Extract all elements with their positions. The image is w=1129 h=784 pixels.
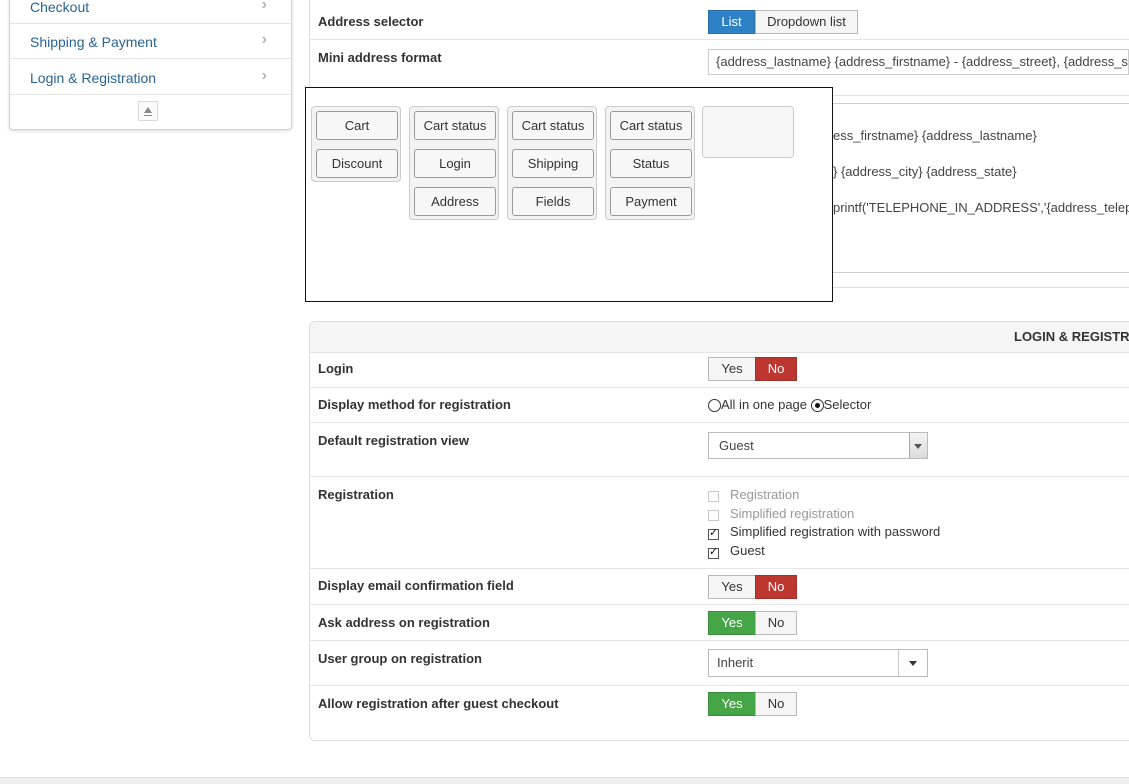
login-no-button[interactable]: No [755, 357, 797, 381]
sidebar-item-checkout[interactable]: Checkout › [10, 0, 291, 24]
user-group-select[interactable]: Inherit [708, 649, 928, 677]
layout-block-shipping[interactable]: Shipping [512, 149, 594, 178]
allow-registration-yes-button[interactable]: Yes [708, 692, 756, 716]
checkbox-guest[interactable] [708, 545, 719, 559]
mini-address-format-input[interactable]: {address_lastname} {address_firstname} -… [708, 49, 1129, 75]
select-value: Inherit [717, 655, 754, 670]
layout-column-3[interactable]: Cart status Shipping Fields [507, 106, 597, 220]
layout-block-cart[interactable]: Cart [316, 111, 398, 140]
layout-block-discount[interactable]: Discount [316, 149, 398, 178]
layout-block-cart-status[interactable]: Cart status [610, 111, 692, 140]
display-method-label: Display method for registration [318, 397, 511, 412]
chevron-right-icon: › [261, 67, 267, 84]
sidebar-item-label: Checkout [30, 0, 90, 15]
layout-column-2[interactable]: Cart status Login Address [409, 106, 499, 220]
layout-block-cart-status[interactable]: Cart status [414, 111, 496, 140]
radio-all-in-one-page[interactable] [708, 399, 721, 413]
ask-address-label: Ask address on registration [318, 615, 490, 630]
sidebar-menu: Checkout › Shipping & Payment › Login & … [9, 0, 292, 130]
radio-label: Selector [823, 397, 872, 412]
checkbox-label: Registration [730, 487, 800, 502]
layout-block-status[interactable]: Status [610, 149, 692, 178]
checkbox-registration[interactable] [708, 491, 719, 502]
chevron-down-icon [909, 433, 927, 458]
layout-column-1[interactable]: Cart Discount [311, 106, 401, 182]
sidebar-item-login-registration[interactable]: Login & Registration › [10, 60, 291, 95]
mini-address-format-label: Mini address format [318, 50, 442, 65]
login-label: Login [318, 361, 354, 376]
ask-address-yes-button[interactable]: Yes [708, 611, 756, 635]
layout-block-login[interactable]: Login [414, 149, 496, 178]
select-value: Guest [719, 438, 754, 453]
registration-row: Registration [310, 477, 1129, 569]
address-format-line: } {address_city} {address_state} [833, 164, 1017, 179]
checkbox-label: Simplified registration with password [730, 524, 941, 539]
allow-registration-no-button[interactable]: No [755, 692, 797, 716]
address-selector-label: Address selector [318, 14, 424, 29]
panel-title: LOGIN & REGISTR [1014, 329, 1129, 344]
radio-label: All in one page [721, 397, 808, 412]
login-registration-header: LOGIN & REGISTR [310, 322, 1129, 353]
address-selector-list-button[interactable]: List [708, 10, 755, 34]
sidebar-item-label: Shipping & Payment [30, 34, 157, 50]
ask-address-no-button[interactable]: No [755, 611, 797, 635]
chevron-right-icon: › [261, 31, 267, 48]
sidebar-item-shipping-payment[interactable]: Shipping & Payment › [10, 24, 291, 59]
chevron-right-icon: › [261, 0, 267, 13]
layout-column-empty[interactable] [702, 106, 794, 158]
login-yes-button[interactable]: Yes [708, 357, 756, 381]
checkbox-label: Simplified registration [730, 506, 855, 521]
checkbox-simplified-registration[interactable] [708, 510, 719, 521]
chevron-down-icon [898, 650, 927, 676]
layout-column-4[interactable]: Cart status Status Payment [605, 106, 695, 220]
checkbox-label: Guest [730, 543, 765, 558]
collapse-sidebar-icon[interactable] [138, 101, 158, 121]
layout-block-address[interactable]: Address [414, 187, 496, 216]
default-registration-view-select[interactable]: Guest [708, 432, 928, 459]
radio-selector[interactable] [810, 399, 824, 413]
email-confirmation-label: Display email confirmation field [318, 578, 514, 593]
layout-block-fields[interactable]: Fields [512, 187, 594, 216]
default-registration-view-label: Default registration view [318, 433, 469, 448]
display-method-radio-group: All in one page Selector [708, 397, 872, 413]
checkout-layout-designer: Cart Discount Cart status Login Address … [305, 87, 833, 302]
email-confirmation-no-button[interactable]: No [755, 575, 797, 599]
address-format-line: ess_firstname} {address_lastname} [833, 128, 1037, 143]
user-group-label: User group on registration [318, 651, 482, 666]
layout-block-cart-status[interactable]: Cart status [512, 111, 594, 140]
sidebar-item-label: Login & Registration [30, 70, 157, 86]
checkbox-simplified-registration-password[interactable] [708, 526, 719, 540]
allow-registration-after-guest-label: Allow registration after guest checkout [318, 696, 559, 711]
address-format-line: printf('TELEPHONE_IN_ADDRESS','{address_… [833, 200, 1129, 215]
address-selector-dropdown-button[interactable]: Dropdown list [755, 10, 858, 34]
layout-block-payment[interactable]: Payment [610, 187, 692, 216]
registration-label: Registration [318, 487, 394, 502]
email-confirmation-yes-button[interactable]: Yes [708, 575, 756, 599]
